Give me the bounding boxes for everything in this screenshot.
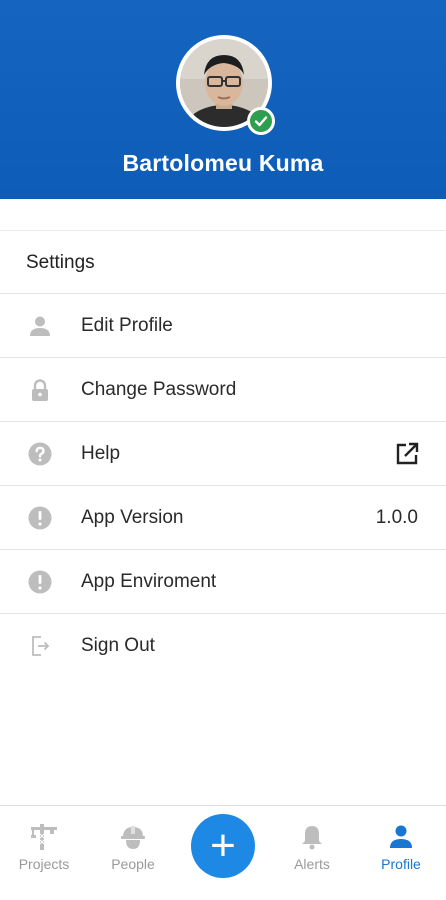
help-row[interactable]: Help	[0, 422, 446, 486]
app-version-label: App Version	[81, 506, 184, 528]
lock-icon	[28, 378, 52, 402]
sign-out-label: Sign Out	[81, 635, 155, 656]
edit-profile-label: Edit Profile	[81, 314, 173, 336]
app-environment-row[interactable]: App Enviroment	[0, 550, 446, 614]
check-icon	[254, 116, 268, 127]
tab-profile-label: Profile	[381, 856, 421, 872]
exclamation-icon	[28, 506, 52, 530]
person-icon	[28, 314, 52, 338]
tab-projects[interactable]: Projects	[4, 816, 84, 886]
help-label: Help	[81, 442, 121, 464]
change-password-row[interactable]: Change Password	[0, 358, 446, 422]
tab-profile[interactable]: Profile	[361, 816, 441, 886]
header-spacer	[0, 199, 446, 231]
bottom-tab-bar: Projects People + Alerts Profile	[0, 805, 446, 900]
add-button[interactable]: +	[191, 814, 255, 878]
person-icon	[390, 825, 412, 848]
sign-out-row[interactable]: Sign Out	[0, 614, 446, 678]
tab-alerts[interactable]: Alerts	[272, 816, 352, 886]
bell-icon	[302, 826, 322, 850]
app-version-value: 1.0.0	[375, 506, 418, 528]
app-environment-label: App Enviroment	[81, 570, 217, 592]
sign-out-icon	[28, 634, 52, 658]
tab-people[interactable]: People	[93, 816, 173, 886]
tab-projects-label: Projects	[18, 856, 70, 872]
verified-badge	[247, 107, 275, 135]
avatar-container[interactable]	[176, 35, 275, 135]
exclamation-icon	[28, 570, 52, 594]
settings-section-title: Settings	[0, 232, 446, 294]
profile-screen: Bartolomeu Kuma Settings Edit Profile Ch…	[0, 0, 446, 900]
change-password-label: Change Password	[81, 378, 237, 400]
edit-profile-row[interactable]: Edit Profile	[0, 294, 446, 358]
external-link-icon[interactable]	[394, 441, 420, 467]
profile-header: Bartolomeu Kuma	[0, 0, 446, 199]
hardhat-icon	[121, 826, 145, 849]
user-name: Bartolomeu Kuma	[122, 150, 324, 176]
tab-people-label: People	[111, 856, 155, 872]
app-version-row: App Version 1.0.0	[0, 486, 446, 550]
crane-icon	[31, 824, 57, 850]
question-icon	[28, 442, 52, 466]
tab-alerts-label: Alerts	[294, 856, 330, 872]
